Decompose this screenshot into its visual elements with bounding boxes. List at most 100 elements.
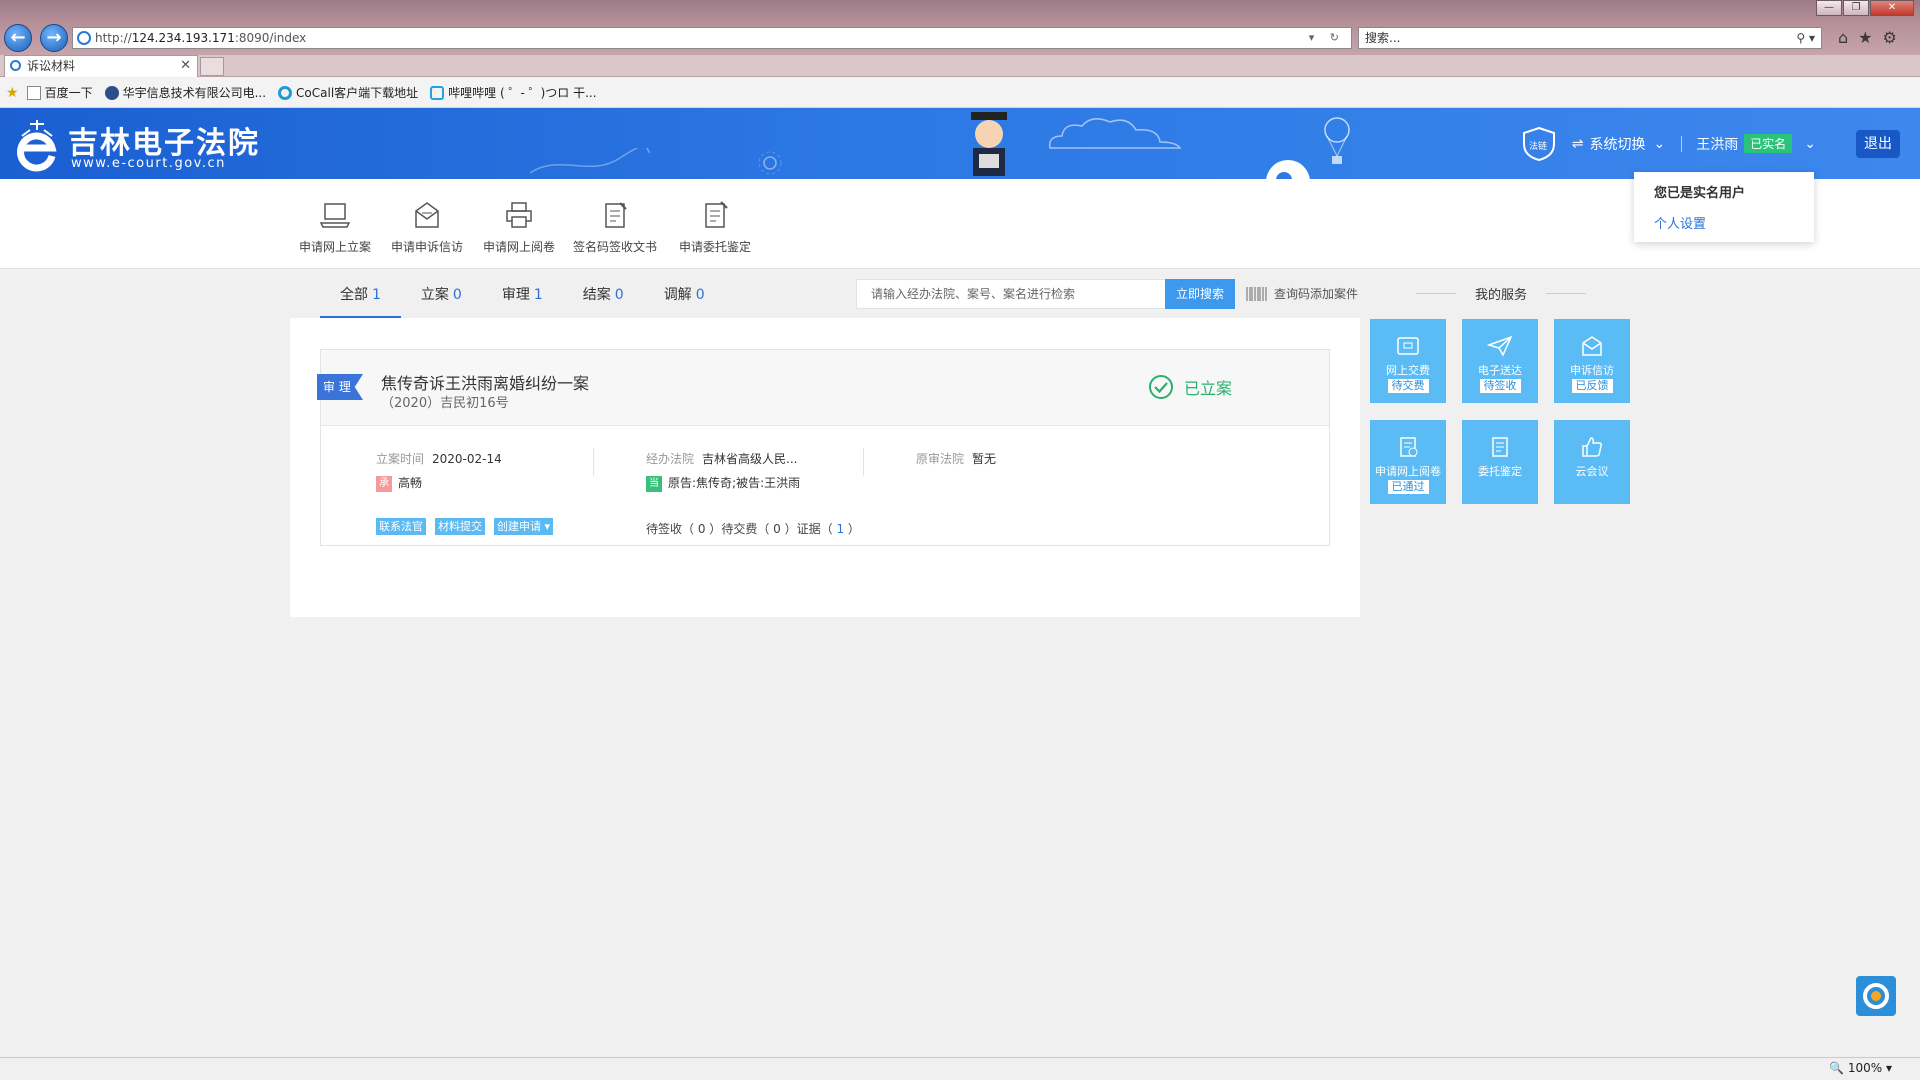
menu-label: 申请网上立案	[298, 240, 371, 254]
site-url: www.e-court.gov.cn	[71, 156, 226, 171]
browser-search-input[interactable]: 搜索... ⚲ ▾	[1358, 27, 1822, 49]
service-online-payment[interactable]: 网上交费 待交费	[1370, 319, 1446, 403]
tab-all[interactable]: 全部 1	[320, 284, 401, 318]
service-cloud-meeting[interactable]: 云会议	[1554, 420, 1630, 504]
swirl-decoration	[530, 148, 650, 174]
tab-filing[interactable]: 立案 0	[401, 284, 482, 318]
menu-appeal-petition[interactable]: 申请申诉信访	[382, 201, 472, 255]
tab-count: 0	[614, 287, 624, 303]
paper-plane-icon	[1486, 335, 1513, 357]
menu-online-review[interactable]: 申请网上阅卷	[474, 201, 564, 255]
service-appeal-petition[interactable]: 申诉信访 已反馈	[1554, 319, 1630, 403]
new-tab-button[interactable]	[200, 57, 224, 76]
doc-check-icon	[1400, 437, 1418, 457]
browser-statusbar: 🔍 100% ▾	[0, 1057, 1920, 1080]
favorite-cocall[interactable]: CoCall客户端下载地址	[278, 84, 418, 101]
law-chain-shield-icon[interactable]: 法链	[1520, 126, 1558, 162]
url-host: 124.234.193.171	[131, 31, 235, 45]
field-value: 吉林省高级人民...	[702, 452, 798, 466]
favorite-bilibili[interactable]: 哔哩哔哩 ( ゜- ゜)つロ 干...	[430, 84, 597, 101]
tab-label: 全部	[340, 287, 368, 303]
sign-doc-icon	[605, 202, 627, 228]
service-label: 委托鉴定	[1478, 465, 1522, 478]
tab-mediation[interactable]: 调解 0	[644, 284, 725, 318]
check-circle-icon	[1149, 375, 1173, 399]
contact-judge-button[interactable]: 联系法官	[376, 518, 426, 535]
user-menu-chevron-icon[interactable]: ⌄	[1804, 136, 1816, 152]
case-counters: 待签收（ 0 ）待交费（ 0 ）证据（ 1 ）	[646, 522, 860, 536]
counter-evidence-value[interactable]: 1	[836, 522, 844, 536]
tab-count: 0	[695, 287, 705, 303]
browser-tab[interactable]: 诉讼材料 ✕	[4, 55, 198, 77]
my-services-title: 我的服务	[1416, 284, 1586, 303]
service-e-delivery[interactable]: 电子送达 待签收	[1462, 319, 1538, 403]
barcode-icon	[1246, 286, 1267, 301]
favorite-label: 哔哩哔哩 ( ゜- ゜)つロ 干...	[448, 86, 597, 100]
search-now-button[interactable]: 立即搜索	[1165, 279, 1235, 309]
settings-gear-icon[interactable]: ⚙	[1883, 28, 1897, 47]
create-request-label: 创建申请	[497, 520, 541, 533]
address-bar[interactable]: http://124.234.193.171:8090/index ▾ ↻	[72, 27, 1352, 49]
top-menu: 申请网上立案 申请申诉信访 申请网上阅卷 签名码签收文书 申请委托鉴定	[0, 179, 1920, 269]
refresh-icon[interactable]: ▾ ↻	[1309, 28, 1345, 48]
verified-badge: 已实名	[1744, 134, 1793, 153]
tab-count: 1	[372, 287, 381, 303]
home-icon[interactable]: ⌂	[1838, 28, 1848, 47]
case-filter-tabs: 全部 1 立案 0 审理 1 结案 0 调解 0	[320, 284, 725, 318]
zoom-level[interactable]: 🔍 100% ▾	[1829, 1061, 1892, 1075]
judge-name: 高畅	[398, 476, 423, 490]
add-favorite-icon[interactable]: ★	[6, 85, 19, 101]
filing-time: 立案时间 2020-02-14	[376, 450, 502, 467]
submit-material-button[interactable]: 材料提交	[435, 518, 485, 535]
field-value: 暂无	[972, 452, 997, 466]
add-case-label: 查询码添加案件	[1274, 287, 1359, 301]
service-badge: 已反馈	[1571, 379, 1613, 393]
menu-entrust-appraisal[interactable]: 申请委托鉴定	[670, 201, 760, 255]
maximize-button[interactable]: ❐	[1843, 0, 1869, 16]
search-icon[interactable]: ⚲ ▾	[1796, 28, 1815, 48]
planet-decoration	[1266, 160, 1310, 179]
menu-online-filing[interactable]: 申请网上立案	[290, 201, 380, 255]
counter-sign-value: 0	[697, 522, 706, 536]
system-switch-button[interactable]: ⇌ 系统切换 ⌄	[1572, 134, 1665, 154]
tab-closed[interactable]: 结案 0	[563, 284, 644, 318]
favorite-baidu[interactable]: 百度一下	[26, 84, 93, 101]
case-search-placeholder: 请输入经办法院、案号、案名进行检索	[871, 287, 1076, 301]
chat-logo-icon	[1863, 983, 1889, 1009]
logout-button[interactable]: 退出	[1856, 129, 1900, 158]
case-search-input[interactable]: 请输入经办法院、案号、案名进行检索	[856, 279, 1166, 309]
close-window-button[interactable]: ✕	[1870, 0, 1914, 16]
tab-trial[interactable]: 审理 1	[482, 284, 563, 318]
counter-label: 待交费	[721, 522, 758, 536]
service-online-review[interactable]: 申请网上阅卷 已通过	[1370, 420, 1446, 504]
favorite-label: 华宇信息技术有限公司电...	[122, 86, 267, 100]
case-number: （2020）吉民初16号	[381, 396, 509, 411]
service-badge: 待签收	[1479, 379, 1521, 393]
forward-button[interactable]: →	[40, 24, 68, 52]
menu-label: 签名码签收文书	[572, 240, 657, 254]
minimize-button[interactable]: —	[1816, 0, 1842, 16]
service-badge: 已通过	[1387, 480, 1429, 494]
create-request-button[interactable]: 创建申请 ▾	[494, 518, 554, 535]
case-status: 已立案	[1148, 374, 1232, 400]
personal-settings-link[interactable]: 个人设置	[1654, 213, 1814, 232]
window-controls: — ❐ ✕	[1815, 0, 1914, 16]
tab-label: 结案	[582, 287, 611, 303]
close-tab-icon[interactable]: ✕	[180, 56, 191, 76]
add-case-by-code-link[interactable]: 查询码添加案件	[1246, 285, 1358, 302]
back-button[interactable]: ←	[4, 24, 32, 52]
service-label: 电子送达	[1478, 364, 1522, 377]
floating-chat-widget[interactable]	[1856, 976, 1896, 1016]
user-name[interactable]: 王洪雨	[1696, 134, 1738, 154]
column-divider	[593, 448, 594, 476]
favorite-huayu[interactable]: 华宇信息技术有限公司电...	[104, 84, 267, 101]
browser-titlebar: — ❐ ✕ ← → http://124.234.193.171:8090/in…	[0, 0, 1920, 55]
counter-label: 证据	[796, 522, 821, 536]
service-entrust-appraisal[interactable]: 委托鉴定	[1462, 420, 1538, 504]
system-switch-label: 系统切换	[1589, 136, 1646, 153]
case-title[interactable]: 焦传奇诉王洪雨离婚纠纷一案	[381, 370, 589, 394]
service-badge: 待交费	[1387, 379, 1429, 393]
case-card[interactable]: 审 理 焦传奇诉王洪雨离婚纠纷一案 （2020）吉民初16号 已立案 立案时间 2…	[317, 349, 1330, 546]
menu-sign-document[interactable]: 签名码签收文书	[570, 201, 660, 255]
favorites-star-icon[interactable]: ★	[1858, 28, 1872, 47]
